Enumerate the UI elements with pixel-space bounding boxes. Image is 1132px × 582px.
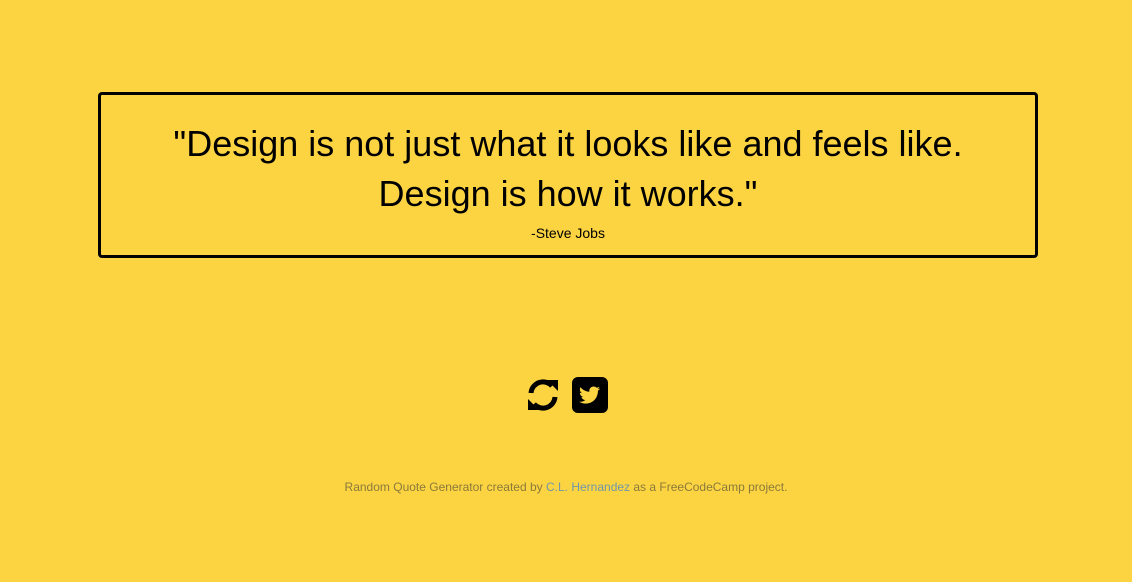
- tweet-quote-button[interactable]: [571, 376, 609, 414]
- new-quote-button[interactable]: [524, 376, 562, 414]
- quote-box: "Design is not just what it looks like a…: [98, 92, 1038, 258]
- footer: Random Quote Generator created by C.L. H…: [0, 480, 1132, 494]
- author-link[interactable]: C.L. Hernandez: [546, 480, 630, 494]
- quote-author: -Steve Jobs: [531, 225, 605, 241]
- controls: [0, 376, 1132, 414]
- twitter-icon: [571, 377, 608, 413]
- footer-prefix: Random Quote Generator created by: [344, 480, 546, 494]
- refresh-icon: [527, 379, 558, 411]
- quote-text: "Design is not just what it looks like a…: [173, 123, 963, 214]
- footer-suffix: as a FreeCodeCamp project.: [630, 480, 788, 494]
